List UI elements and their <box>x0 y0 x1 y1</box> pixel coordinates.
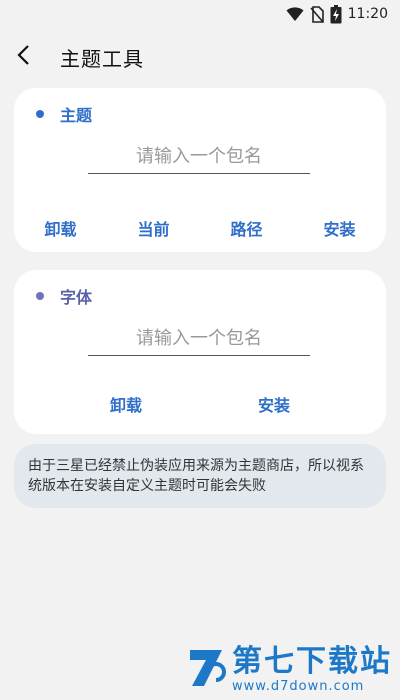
theme-card: 主题 卸载 当前 路径 安装 <box>14 88 386 252</box>
font-uninstall-button[interactable]: 卸载 <box>102 388 150 420</box>
theme-install-button[interactable]: 安装 <box>315 212 363 244</box>
chevron-left-icon <box>16 44 30 70</box>
theme-package-input[interactable] <box>88 140 310 174</box>
back-button[interactable] <box>16 36 56 78</box>
theme-path-button[interactable]: 路径 <box>222 212 270 244</box>
watermark-site-name: 第七下载站 <box>232 644 392 679</box>
font-install-button[interactable]: 安装 <box>250 388 298 420</box>
font-package-input[interactable] <box>88 322 310 356</box>
font-button-row: 卸载 安装 <box>14 388 386 420</box>
status-bar: 11:20 <box>0 0 400 28</box>
watermark-text: 第七下载站 www.d7down.com <box>232 644 392 695</box>
bullet-dot-icon <box>36 292 44 300</box>
font-card: 字体 卸载 安装 <box>14 270 386 434</box>
site-logo-icon <box>186 646 226 694</box>
no-sim-icon <box>310 5 324 23</box>
theme-current-button[interactable]: 当前 <box>129 212 177 244</box>
screen: 11:20 主题工具 主题 卸载 当前 路径 安装 字体 卸载 <box>0 0 400 700</box>
watermark-url: www.d7down.com <box>232 679 365 694</box>
battery-charging-icon <box>330 4 342 24</box>
warning-notice: 由于三星已经禁止伪装应用来源为主题商店，所以视系统版本在安装自定义主题时可能会失… <box>14 444 386 508</box>
theme-card-title: 主题 <box>60 106 93 125</box>
theme-uninstall-button[interactable]: 卸载 <box>36 212 84 244</box>
font-card-header: 字体 <box>36 284 92 308</box>
status-time: 11:20 <box>347 6 388 22</box>
theme-button-row: 卸载 当前 路径 安装 <box>14 212 386 244</box>
app-bar: 主题工具 <box>0 36 400 78</box>
theme-card-header: 主题 <box>36 102 92 126</box>
wifi-icon <box>286 6 304 22</box>
bullet-dot-icon <box>36 110 44 118</box>
site-watermark: 第七下载站 www.d7down.com <box>186 645 392 694</box>
font-card-title: 字体 <box>60 288 93 307</box>
page-title: 主题工具 <box>60 46 144 71</box>
